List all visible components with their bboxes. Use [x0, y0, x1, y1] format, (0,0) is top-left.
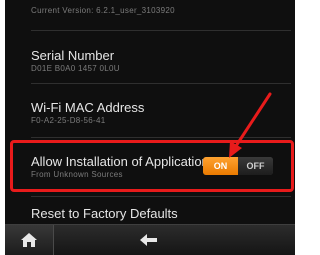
- settings-screen: Current Version: 6.2.1_user_3103920 Seri…: [5, 0, 295, 255]
- reset-row[interactable]: Reset to Factory Defaults: [5, 197, 295, 225]
- wifi-mac-row: Wi-Fi MAC Address F0-A2-25-D8-56-41: [5, 84, 295, 136]
- reset-title: Reset to Factory Defaults: [31, 206, 178, 221]
- bottom-nav-bar: [5, 224, 295, 255]
- current-version-text: Current Version: 6.2.1_user_3103920: [31, 6, 175, 15]
- highlight-box: [10, 140, 294, 192]
- back-arrow-icon: [140, 234, 157, 246]
- serial-number-value: D01E B0A0 1457 0L0U: [31, 64, 120, 73]
- wifi-mac-value: F0-A2-25-D8-56-41: [31, 116, 106, 125]
- home-icon: [21, 233, 37, 247]
- wifi-mac-title: Wi-Fi MAC Address: [31, 100, 145, 115]
- serial-number-row: Serial Number D01E B0A0 1457 0L0U: [5, 31, 295, 81]
- serial-number-title: Serial Number: [31, 48, 115, 63]
- back-button[interactable]: [137, 231, 161, 249]
- home-button[interactable]: [5, 225, 54, 255]
